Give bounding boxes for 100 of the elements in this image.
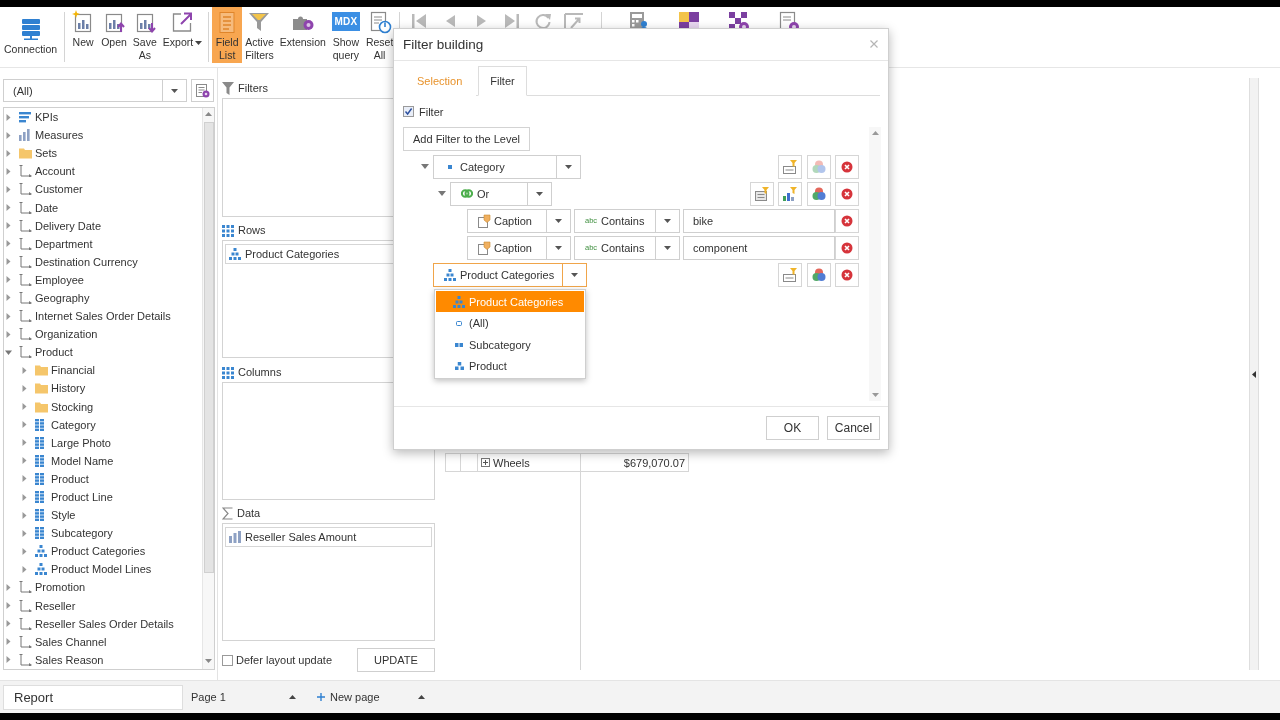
tree-item[interactable]: Measures [4, 126, 84, 145]
collapsed-arrow-icon[interactable] [21, 565, 28, 573]
tree-item[interactable]: Customer [4, 180, 83, 199]
collapsed-arrow-icon[interactable] [5, 602, 12, 610]
toolbar-button[interactable]: Reset All [362, 7, 397, 63]
tree-item[interactable]: Subcategory [4, 524, 113, 543]
tree-item[interactable]: Account [4, 162, 75, 181]
add-filter-button[interactable]: Add Filter to the Level [403, 126, 530, 151]
tree-item[interactable]: Department [4, 234, 93, 253]
collapsed-arrow-icon[interactable] [21, 421, 28, 429]
tree-item[interactable]: Category [4, 415, 96, 434]
tree-item[interactable]: Product Categories [4, 542, 146, 561]
collapsed-arrow-icon[interactable] [21, 493, 28, 501]
toolbar-button[interactable]: Field List [212, 7, 243, 63]
tree-item[interactable]: Product Line [4, 487, 113, 507]
collapsed-arrow-icon[interactable] [21, 511, 28, 519]
delete-button[interactable] [835, 262, 859, 287]
collapsed-arrow-icon[interactable] [5, 258, 12, 266]
top-filter-button[interactable] [778, 262, 802, 287]
collapsed-arrow-icon[interactable] [5, 167, 12, 175]
delete-button[interactable] [835, 154, 859, 179]
operator-dropdown[interactable]: Or [450, 181, 552, 206]
toolbar-button[interactable]: Save As [129, 7, 160, 63]
add-condition-button[interactable] [749, 181, 774, 206]
measure-filter-button[interactable] [778, 181, 802, 206]
defer-checkbox[interactable] [222, 654, 233, 666]
collapsed-arrow-icon[interactable] [21, 384, 28, 392]
tree-item[interactable]: Style [4, 506, 76, 525]
tree-item[interactable]: Product Model Lines [4, 560, 152, 579]
collapsed-arrow-icon[interactable] [5, 222, 12, 230]
property-dropdown[interactable]: Caption [467, 208, 571, 233]
tree-item[interactable]: Geography [4, 288, 90, 308]
collapsed-arrow-icon[interactable] [21, 547, 28, 555]
field-chip[interactable]: Reseller Sales Amount [225, 527, 432, 547]
expanded-arrow-icon[interactable] [438, 191, 446, 197]
collapsed-arrow-icon[interactable] [5, 620, 12, 628]
tree-item[interactable]: Sales Reason [4, 650, 104, 669]
ok-button[interactable]: OK [766, 416, 819, 441]
scrollbar[interactable] [202, 108, 214, 669]
collapsed-arrow-icon[interactable] [5, 276, 12, 284]
expanded-arrow-icon[interactable] [421, 164, 429, 170]
update-button[interactable]: UPDATE [357, 648, 435, 672]
level-dropdown[interactable]: Category [433, 154, 581, 179]
delete-button[interactable] [835, 235, 859, 260]
tab[interactable]: Filter [478, 65, 527, 96]
toolbar-button[interactable]: Open [98, 7, 130, 63]
tree-item[interactable]: Organization [4, 325, 98, 344]
tree-item[interactable]: Employee [4, 270, 84, 289]
property-dropdown[interactable]: Caption [467, 235, 571, 260]
tree-item[interactable]: Product [4, 469, 89, 488]
tree-item[interactable]: Reseller Sales Order Details [4, 614, 174, 633]
tree-item[interactable]: Financial [4, 361, 96, 380]
panel-toggle[interactable] [1249, 78, 1259, 670]
collapsed-arrow-icon[interactable] [5, 240, 12, 248]
toolbar-button[interactable]: Extension [276, 7, 329, 63]
collapsed-arrow-icon[interactable] [21, 366, 28, 374]
collapsed-arrow-icon[interactable] [5, 312, 12, 320]
value-field[interactable]: component [683, 235, 835, 260]
tree-item[interactable]: History [4, 379, 86, 398]
new-page-button[interactable]: New page [313, 684, 384, 710]
toolbar-button[interactable]: Export [159, 7, 206, 63]
toolbar-button[interactable]: MDX Show query [328, 7, 363, 63]
collapsed-arrow-icon[interactable] [5, 638, 12, 646]
delete-button[interactable] [835, 181, 859, 206]
collapsed-arrow-icon[interactable] [5, 113, 12, 121]
tree-item[interactable]: Promotion [4, 578, 86, 597]
collapsed-arrow-icon[interactable] [5, 294, 12, 302]
scrollbar-thumb[interactable] [203, 122, 214, 573]
filter-checkbox[interactable] [403, 106, 414, 118]
collapsed-arrow-icon[interactable] [5, 185, 12, 193]
tree-item[interactable]: Stocking [4, 397, 94, 416]
level-filter-dropdown[interactable]: (All) [3, 79, 187, 102]
tree-item[interactable]: Product [4, 343, 73, 362]
collapsed-arrow-icon[interactable] [5, 656, 12, 664]
tree-item[interactable]: Delivery Date [4, 216, 102, 235]
tree-item[interactable]: KPIs [4, 108, 59, 127]
toolbar-button[interactable]: Connection [0, 7, 62, 63]
field-settings-button[interactable] [191, 79, 214, 102]
expanded-arrow-icon[interactable] [5, 348, 12, 356]
toolbar-button[interactable]: Active Filters [242, 7, 277, 63]
drop-area[interactable]: Reseller Sales Amount [222, 523, 435, 641]
report-name-field[interactable]: Report [3, 684, 183, 710]
collapsed-arrow-icon[interactable] [21, 439, 28, 447]
delete-button[interactable] [835, 208, 859, 233]
overlap-filter-button[interactable] [806, 262, 831, 287]
collapsed-arrow-icon[interactable] [21, 529, 28, 537]
collapsed-arrow-icon[interactable] [5, 584, 12, 591]
tree-item[interactable]: Reseller [4, 596, 76, 615]
close-button[interactable] [870, 40, 878, 49]
page-tab[interactable]: Page 1 [187, 684, 303, 710]
collapsed-arrow-icon[interactable] [21, 403, 28, 411]
expand-box-icon[interactable] [481, 458, 490, 467]
collapsed-arrow-icon[interactable] [5, 330, 12, 338]
level-dropdown[interactable]: Product Categories [433, 262, 588, 287]
collapsed-arrow-icon[interactable] [5, 149, 12, 157]
collapsed-arrow-icon[interactable] [21, 475, 28, 483]
tree-item[interactable]: Date [4, 198, 59, 217]
scrollbar[interactable] [869, 126, 881, 402]
cancel-button[interactable]: Cancel [827, 416, 880, 441]
tree-item[interactable]: Sets [4, 144, 57, 163]
